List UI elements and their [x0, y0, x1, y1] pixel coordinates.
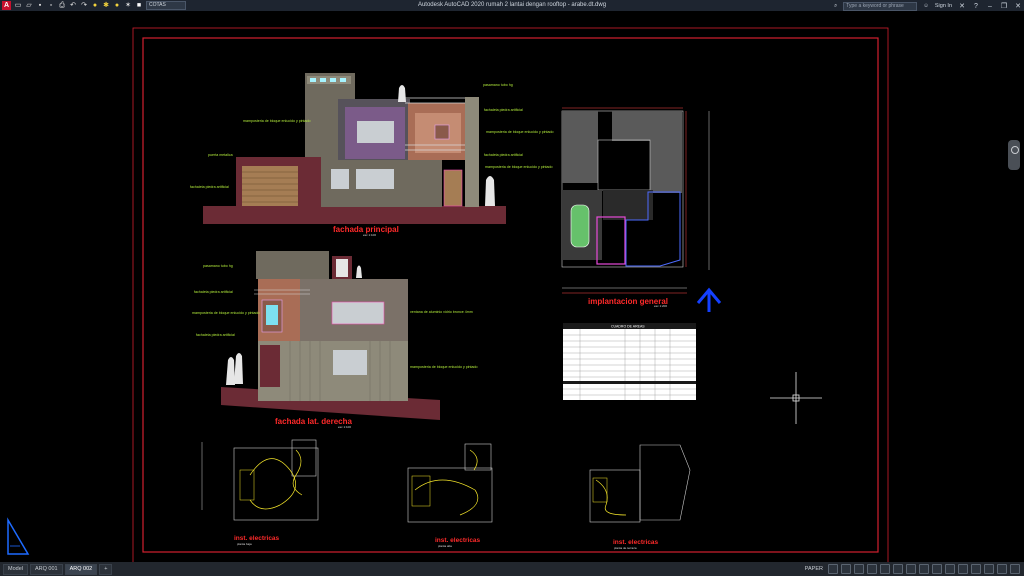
- annot-main-3: mamposteria de bloque enlucido y pintado: [486, 130, 554, 134]
- light-icon[interactable]: ●: [113, 2, 121, 10]
- sun-icon[interactable]: ✱: [102, 2, 110, 10]
- annot-side-4: fachaleta piedra artificial: [196, 333, 235, 337]
- annot-side-3: mamposteria de bloque enlucido y pintado: [192, 311, 260, 315]
- clean-screen-icon[interactable]: [997, 564, 1007, 574]
- annot-main-8: fachaleta piedra artificial: [484, 153, 523, 157]
- annot-main-1: pasamano tubo hg: [483, 83, 513, 87]
- open-folder-icon[interactable]: ▱: [25, 2, 33, 10]
- navigation-bar[interactable]: [1008, 140, 1020, 170]
- autocad-logo[interactable]: A: [2, 1, 11, 10]
- north-arrow-icon: [696, 287, 722, 312]
- otrack-icon[interactable]: [893, 564, 903, 574]
- sheet-inner-border: [142, 37, 879, 553]
- save-as-icon[interactable]: ▫: [47, 2, 55, 10]
- elec-title-3: inst. electricas: [613, 539, 659, 546]
- area-table: [563, 323, 696, 400]
- annot-main-5: puerta metalica: [208, 153, 233, 157]
- elec-subtitle-3: planta de terraza: [614, 546, 637, 550]
- drawing-canvas[interactable]: pasamano tubo hg fachaleta piedra artifi…: [0, 11, 1024, 562]
- status-toggles: PAPER: [803, 564, 1020, 574]
- freeze-icon[interactable]: ✶: [124, 2, 132, 10]
- hardware-accel-icon[interactable]: [984, 564, 994, 574]
- facade-side: [221, 251, 440, 420]
- new-file-icon[interactable]: ▭: [14, 2, 22, 10]
- color-swatch-icon[interactable]: ■: [135, 2, 143, 10]
- save-icon[interactable]: ▪: [36, 2, 44, 10]
- polar-icon[interactable]: [867, 564, 877, 574]
- lightbulb-icon[interactable]: ●: [91, 2, 99, 10]
- layout-tabs: Model ARQ 001 ARQ 002 +: [3, 564, 113, 575]
- workspace-gear-icon[interactable]: [958, 564, 968, 574]
- elec-plan-3: [589, 444, 691, 523]
- elec-title-2: inst. electricas: [435, 537, 481, 544]
- facade-side-scale: esc 1:100: [338, 425, 351, 429]
- facade-main-scale: esc 1:100: [363, 233, 376, 237]
- workspace-dropdown[interactable]: COTAS: [146, 1, 186, 10]
- lineweight-icon[interactable]: [906, 564, 916, 574]
- elec-subtitle-2: planta alta: [438, 544, 452, 548]
- selection-cycling-icon[interactable]: [932, 564, 942, 574]
- annot-main-7: mamposteria de bloque enlucido y pintado: [243, 119, 311, 123]
- tab-arq-002[interactable]: ARQ 002: [64, 564, 98, 575]
- osnap-icon[interactable]: [880, 564, 890, 574]
- paper-space-toggle[interactable]: PAPER: [803, 565, 825, 574]
- area-table-title: CUADRO DE AREAS: [611, 325, 645, 329]
- search-input[interactable]: Type a keyword or phrase: [843, 2, 918, 11]
- elec-subtitle-1: planta baja: [237, 542, 252, 546]
- title-bar: A ▭ ▱ ▪ ▫ ⎙ ↶ ↷ ● ✱ ● ✶ ■ COTAS Autodesk…: [0, 0, 1024, 11]
- annot-main-4: mamposteria de bloque enlucido y pintado: [485, 165, 553, 169]
- redo-icon[interactable]: ↷: [80, 2, 88, 10]
- tab-model[interactable]: Model: [3, 564, 28, 575]
- tab-arq-001[interactable]: ARQ 001: [29, 564, 63, 575]
- transparency-icon[interactable]: [919, 564, 929, 574]
- annot-side-6: mamposteria de bloque enlucido y pintado: [410, 365, 478, 369]
- site-plan: [561, 107, 722, 312]
- add-layout-button[interactable]: +: [99, 564, 113, 575]
- ucs-icon: [7, 517, 30, 555]
- annotation-scale-icon[interactable]: [945, 564, 955, 574]
- ortho-icon[interactable]: [854, 564, 864, 574]
- plot-icon[interactable]: ⎙: [58, 2, 66, 10]
- undo-icon[interactable]: ↶: [69, 2, 77, 10]
- annot-side-5: ventana de aluminio vidrio bronce 4mm: [410, 310, 473, 314]
- annot-side-2: fachaleta piedra artificial: [194, 290, 233, 294]
- customization-icon[interactable]: [1010, 564, 1020, 574]
- facade-main: [203, 73, 506, 224]
- annot-side-1: pasamano tubo hg: [203, 264, 233, 268]
- status-bar: Model ARQ 001 ARQ 002 + PAPER: [0, 562, 1024, 576]
- crosshair-cursor: [770, 372, 822, 424]
- isolate-icon[interactable]: [971, 564, 981, 574]
- quick-access-toolbar: A ▭ ▱ ▪ ▫ ⎙ ↶ ↷ ● ✱ ● ✶ ■ COTAS: [2, 1, 186, 10]
- elec-plan-1: [201, 439, 319, 521]
- site-plan-scale: esc 1:200: [654, 304, 667, 308]
- annot-main-6: fachaleta piedra artificial: [190, 185, 229, 189]
- elec-plan-2: [407, 443, 493, 523]
- grid-icon[interactable]: [828, 564, 838, 574]
- elec-title-1: inst. electricas: [234, 535, 280, 542]
- annot-main-2: fachaleta piedra artificial: [484, 108, 523, 112]
- snap-icon[interactable]: [841, 564, 851, 574]
